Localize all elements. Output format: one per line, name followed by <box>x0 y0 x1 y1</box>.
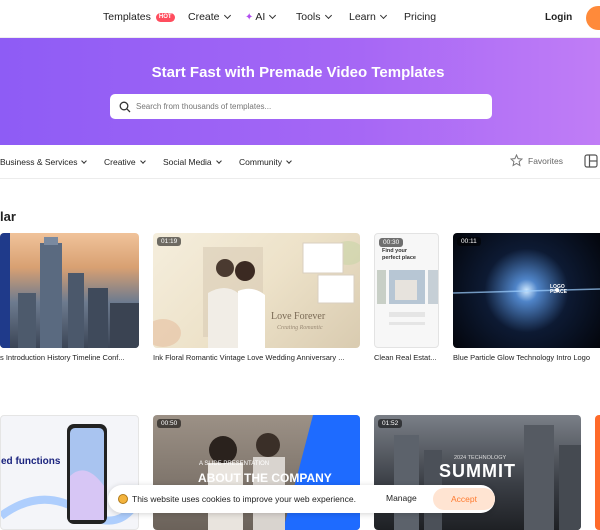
nav-ai[interactable]: ✦ AI <box>245 11 277 23</box>
favorites-button[interactable]: Favorites <box>510 154 563 167</box>
template-card-timeline[interactable] <box>0 233 139 348</box>
card-caption: Blue Particle Glow Technology Intro Logo <box>453 353 591 362</box>
nav-tools-label: Tools <box>296 11 321 23</box>
category-community[interactable]: Community <box>239 157 292 167</box>
favorites-label: Favorites <box>528 155 563 166</box>
wedding-photo-image <box>153 241 360 348</box>
chevron-down-icon <box>139 157 146 164</box>
nav-learn-label: Learn <box>349 11 376 23</box>
city-skyline-image <box>0 233 139 348</box>
card-caption: Ink Floral Romantic Vintage Love Wedding… <box>153 353 345 362</box>
template-card-wedding[interactable]: Love Forever Creating Romantic 01:19 <box>153 233 360 348</box>
duration-badge: 00:50 <box>157 419 182 428</box>
chevron-down-icon <box>81 157 88 164</box>
card-caption: Clean Real Estat... <box>374 353 437 362</box>
accept-cookies-button[interactable]: Accept <box>433 488 495 510</box>
category-community-label: Community <box>239 157 282 167</box>
category-social-label: Social Media <box>163 157 212 167</box>
card-overlay-title: ABOUT THE COMPANY <box>198 471 332 485</box>
phone-mockup-image <box>1 424 138 525</box>
category-creative-label: Creative <box>104 157 136 167</box>
card-overlay-title: Love Forever <box>271 311 326 322</box>
category-business[interactable]: Business & Services <box>0 157 88 167</box>
signup-button[interactable] <box>586 6 600 30</box>
duration-badge: 00:11 <box>457 237 481 246</box>
nav-templates-label: Templates <box>103 11 151 23</box>
manage-cookies-button[interactable]: Manage <box>386 493 417 503</box>
nav-ai-label: AI <box>255 11 266 23</box>
template-card-partial[interactable] <box>595 415 600 530</box>
login-button[interactable]: Login <box>545 12 572 23</box>
template-card-phone[interactable]: ed functions <box>0 415 139 530</box>
nav-pricing-label: Pricing <box>404 11 437 23</box>
category-social-media[interactable]: Social Media <box>163 157 222 167</box>
nav-create-label: Create <box>188 11 220 23</box>
chevron-down-icon <box>223 11 231 20</box>
nav-create[interactable]: Create <box>188 11 231 23</box>
cookie-banner: This website uses cookies to improve you… <box>108 485 495 513</box>
category-bar: Business & Services Creative Social Medi… <box>0 145 600 179</box>
category-business-label: Business & Services <box>0 157 78 167</box>
category-creative[interactable]: Creative <box>104 157 146 167</box>
star-icon <box>510 154 523 167</box>
layout-toggle-icon[interactable] <box>584 154 598 173</box>
duration-badge: 00:30 <box>379 238 404 247</box>
template-card-real-estate[interactable]: Find your perfect place 00:30 <box>374 233 439 348</box>
card-overlay-kicker: A SLIDE PRESENTATION <box>199 461 270 467</box>
nav-pricing[interactable]: Pricing <box>404 11 436 23</box>
chevron-down-icon <box>269 11 277 20</box>
card-overlay-subtitle: Creating Romantic <box>277 325 323 331</box>
cookie-icon <box>118 494 128 504</box>
search-input[interactable] <box>136 102 476 111</box>
nav-learn[interactable]: Learn <box>349 11 387 23</box>
logo-placeholder: LOGO PLACE <box>550 284 567 295</box>
nav-templates[interactable]: Templates HOT <box>103 11 175 23</box>
search-icon <box>114 94 136 119</box>
chevron-down-icon <box>379 11 387 20</box>
card-overlay-text: ed functions <box>1 456 61 467</box>
particle-glow-image <box>453 288 600 294</box>
card-caption: s Introduction History Timeline Conf... <box>0 353 125 362</box>
duration-badge: 01:19 <box>157 237 182 246</box>
real-estate-images <box>377 270 438 325</box>
sparkle-icon: ✦ <box>245 11 254 23</box>
chevron-down-icon <box>324 11 332 20</box>
duration-badge: 01:52 <box>378 419 403 428</box>
hero-title: Start Fast with Premade Video Templates <box>151 64 445 81</box>
card-overlay-title: SUMMIT <box>439 461 516 481</box>
section-title: lar <box>0 209 16 224</box>
cookie-text: This website uses cookies to improve you… <box>132 494 356 504</box>
hot-badge: HOT <box>155 12 175 22</box>
nav-tools[interactable]: Tools <box>296 11 332 23</box>
chevron-down-icon <box>215 157 222 164</box>
search-box[interactable] <box>110 94 492 119</box>
template-card-particle[interactable]: LOGO PLACE 00:11 <box>453 233 600 348</box>
chevron-down-icon <box>286 157 292 164</box>
top-nav: Templates HOT Create ✦ AI Tools Learn Pr… <box>0 0 600 38</box>
hero-banner: Start Fast with Premade Video Templates <box>0 38 600 145</box>
page: Templates HOT Create ✦ AI Tools Learn Pr… <box>0 0 600 530</box>
